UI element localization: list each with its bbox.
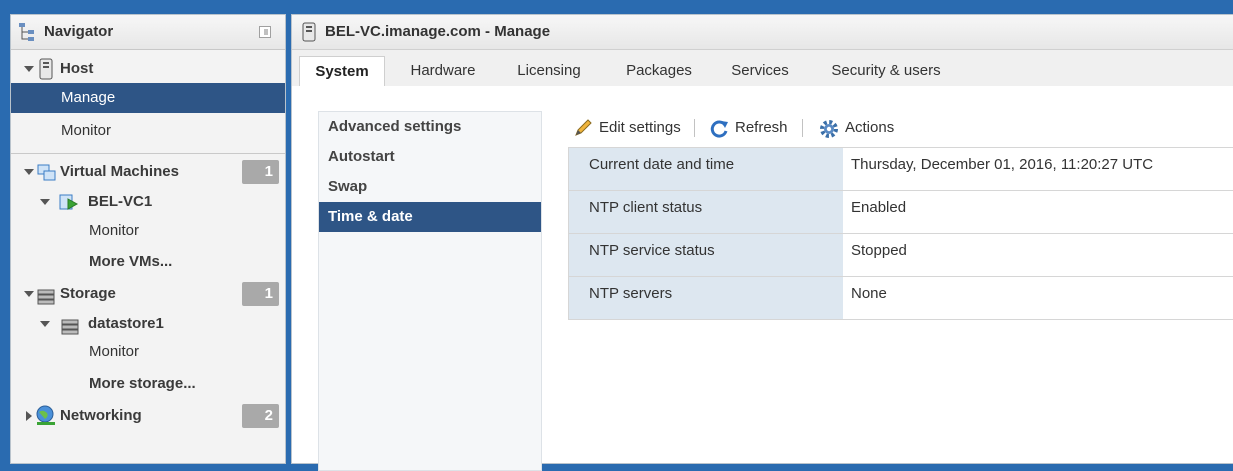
navigator-header: Navigator bbox=[11, 15, 285, 50]
nav-item-label: Monitor bbox=[61, 122, 112, 139]
nav-datastore1[interactable]: datastore1 bbox=[11, 309, 285, 339]
nav-host-label: Host bbox=[60, 60, 94, 77]
navigator-title: Navigator bbox=[44, 23, 114, 40]
property-value: Thursday, December 01, 2016, 11:20:27 UT… bbox=[851, 156, 1154, 173]
tab-bar: System Hardware Licensing Packages Servi… bbox=[292, 50, 1233, 86]
tab-packages[interactable]: Packages bbox=[615, 56, 703, 86]
edit-settings-label: Edit settings bbox=[599, 119, 681, 136]
property-key: NTP client status bbox=[568, 191, 843, 233]
nav-item-label: Monitor bbox=[89, 343, 140, 360]
toolbar-separator bbox=[802, 119, 803, 137]
chevron-down-icon[interactable] bbox=[40, 199, 50, 205]
navigator-panel: Navigator Host Manage Monitor Virtual Ma… bbox=[10, 14, 286, 464]
toolbar-separator bbox=[694, 119, 695, 137]
subnav-time-date[interactable]: Time & date bbox=[319, 202, 541, 232]
pencil-icon bbox=[574, 119, 594, 144]
networking-count-badge: 2 bbox=[242, 404, 279, 428]
property-key: Current date and time bbox=[568, 148, 843, 190]
chevron-right-icon[interactable] bbox=[26, 411, 32, 421]
property-value: None bbox=[851, 285, 887, 302]
nav-datastore-name: datastore1 bbox=[88, 315, 164, 332]
nav-storage[interactable]: Storage 1 bbox=[11, 279, 285, 309]
nav-host-manage[interactable]: Manage bbox=[11, 83, 285, 113]
collapse-panel-icon[interactable] bbox=[259, 26, 271, 38]
property-value: Stopped bbox=[851, 242, 907, 259]
networking-globe-icon bbox=[35, 405, 57, 438]
navigator-tree-icon bbox=[18, 22, 36, 46]
chevron-down-icon[interactable] bbox=[24, 291, 34, 297]
host-server-icon bbox=[302, 22, 316, 46]
nav-item-label: Manage bbox=[61, 89, 116, 106]
property-key: NTP service status bbox=[568, 234, 843, 276]
tab-system[interactable]: System bbox=[299, 56, 385, 86]
subnav-advanced-settings[interactable]: Advanced settings bbox=[319, 112, 541, 142]
nav-more-vms[interactable]: More VMs... bbox=[11, 247, 285, 277]
main-panel: BEL-VC.imanage.com - Manage System Hardw… bbox=[291, 14, 1233, 471]
nav-storage-label: Storage bbox=[60, 285, 116, 302]
vm-count-badge: 1 bbox=[242, 160, 279, 184]
nav-host[interactable]: Host bbox=[11, 54, 285, 84]
table-row: NTP servers None bbox=[568, 277, 1233, 320]
nav-networking-label: Networking bbox=[60, 407, 142, 424]
actions-label: Actions bbox=[845, 119, 895, 136]
chevron-down-icon[interactable] bbox=[24, 169, 34, 175]
nav-divider bbox=[11, 153, 285, 154]
table-row: NTP service status Stopped bbox=[568, 234, 1233, 277]
nav-more-storage[interactable]: More storage... bbox=[11, 369, 285, 399]
nav-virtual-machines[interactable]: Virtual Machines 1 bbox=[11, 157, 285, 187]
tab-hardware[interactable]: Hardware bbox=[398, 56, 488, 86]
tab-licensing[interactable]: Licensing bbox=[506, 56, 592, 86]
refresh-icon bbox=[710, 119, 730, 146]
main-header: BEL-VC.imanage.com - Manage bbox=[292, 15, 1233, 50]
property-key: NTP servers bbox=[568, 277, 843, 319]
system-subnav: Advanced settings Autostart Swap Time & … bbox=[318, 111, 542, 471]
property-value: Enabled bbox=[851, 199, 907, 216]
chevron-down-icon[interactable] bbox=[24, 66, 34, 72]
nav-vm-monitor[interactable]: Monitor bbox=[11, 216, 285, 246]
table-row: Current date and time Thursday, December… bbox=[568, 148, 1233, 191]
nav-item-label: More VMs... bbox=[89, 253, 173, 270]
gear-icon bbox=[818, 118, 840, 147]
nav-host-monitor[interactable]: Monitor bbox=[11, 116, 285, 146]
chevron-down-icon[interactable] bbox=[40, 321, 50, 327]
nav-vm-name: BEL-VC1 bbox=[88, 193, 153, 210]
nav-vm-bel-vc1[interactable]: BEL-VC1 bbox=[11, 187, 285, 217]
tab-services[interactable]: Services bbox=[722, 56, 798, 86]
page-title: BEL-VC.imanage.com - Manage bbox=[325, 23, 551, 40]
nav-item-label: More storage... bbox=[89, 375, 196, 392]
refresh-label: Refresh bbox=[735, 119, 788, 136]
storage-count-badge: 1 bbox=[242, 282, 279, 306]
nav-vm-label: Virtual Machines bbox=[60, 163, 179, 180]
nav-networking[interactable]: Networking 2 bbox=[11, 401, 285, 431]
subnav-swap[interactable]: Swap bbox=[319, 172, 541, 202]
table-row: NTP client status Enabled bbox=[568, 191, 1233, 234]
nav-datastore-monitor[interactable]: Monitor bbox=[11, 337, 285, 367]
time-date-properties-table: Current date and time Thursday, December… bbox=[568, 147, 1233, 320]
tab-security-users[interactable]: Security & users bbox=[822, 56, 950, 86]
nav-item-label: Monitor bbox=[89, 222, 140, 239]
subnav-autostart[interactable]: Autostart bbox=[319, 142, 541, 172]
